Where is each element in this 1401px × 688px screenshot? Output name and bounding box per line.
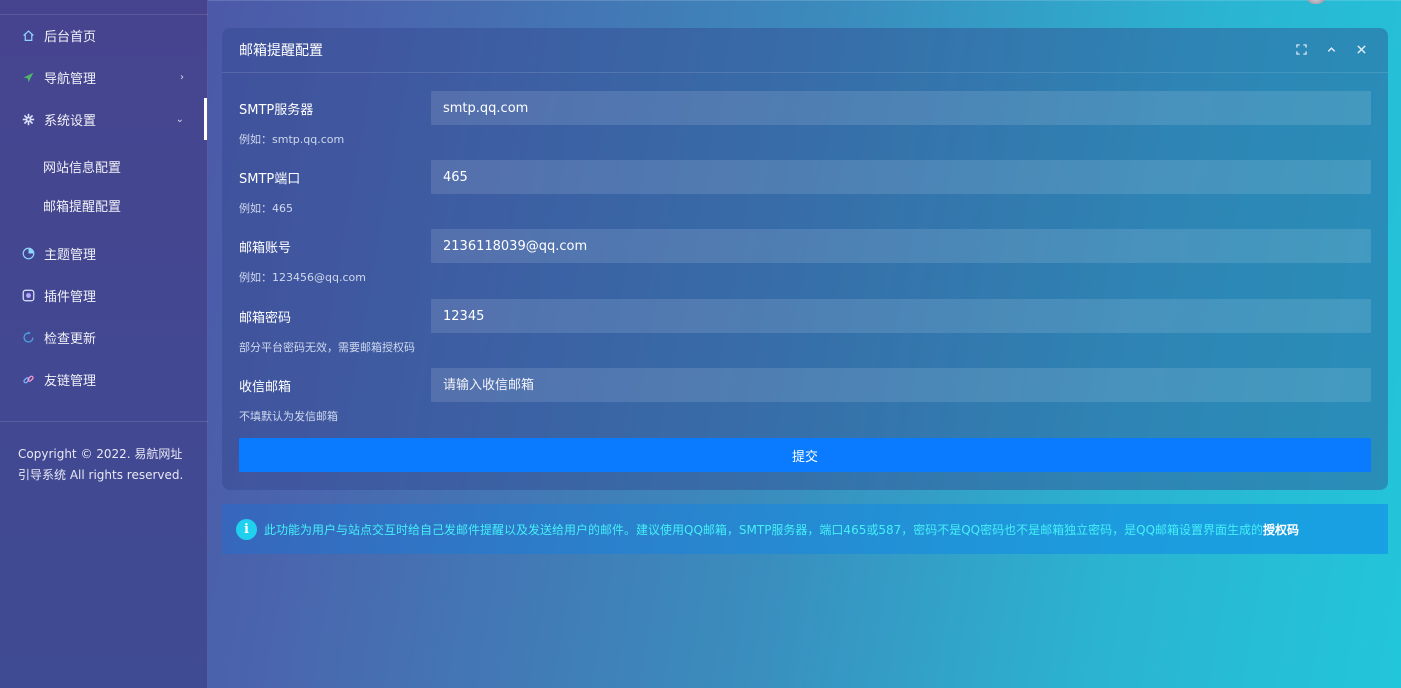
email-config-card: 邮箱提醒配置 SMTP服务器 例如：smtp.qq.com SMTP端口 例如：… (222, 28, 1388, 490)
card-tools (1292, 40, 1370, 58)
sidebar-top-divider (0, 14, 208, 15)
recipient-email-label: 收信邮箱 (239, 380, 292, 395)
email-account-hint: 例如：123456@qq.com (239, 271, 366, 284)
smtp-port-hint: 例如：465 (239, 202, 293, 215)
sidebar-item-plugin[interactable]: 插件管理 (0, 277, 208, 313)
fullscreen-icon[interactable] (1292, 40, 1310, 58)
active-indicator (204, 98, 207, 140)
email-password-label: 邮箱密码 (239, 311, 292, 326)
sidebar-item-label: 系统设置 (44, 113, 97, 129)
collapse-icon[interactable] (1322, 40, 1340, 58)
email-account-input[interactable] (431, 229, 1371, 263)
recipient-email-hint: 不填默认为发信邮箱 (239, 410, 338, 423)
plugin-icon (20, 287, 36, 303)
notice-highlight: 授权码 (1263, 522, 1300, 537)
sidebar-subitem-site-info[interactable]: 网站信息配置 (0, 150, 208, 182)
sidebar-item-theme[interactable]: 主题管理 (0, 235, 208, 271)
sidebar-item-label: 导航管理 (44, 71, 97, 87)
sidebar-subitem-label: 邮箱提醒配置 (43, 199, 122, 215)
email-account-label: 邮箱账号 (239, 241, 292, 256)
home-icon (20, 27, 36, 43)
sidebar: 后台首页 导航管理 › 系统设置 ⌄ 网站信息配置 邮箱提醒配置 主题管理 插件… (0, 0, 208, 688)
sidebar-subitem-label: 网站信息配置 (43, 160, 122, 176)
sidebar-item-check-update[interactable]: 检查更新 (0, 319, 208, 355)
sidebar-item-navigation[interactable]: 导航管理 › (0, 59, 208, 95)
copyright-text: Copyright © 2022. 易航网址引导系统 All rights re… (18, 447, 184, 482)
submit-button[interactable]: 提交 (239, 438, 1371, 472)
avatar[interactable] (1305, 0, 1327, 4)
navigation-icon (20, 69, 36, 85)
sidebar-item-label: 友链管理 (44, 373, 97, 389)
card-header: 邮箱提醒配置 (222, 28, 1388, 73)
smtp-server-input[interactable] (431, 91, 1371, 125)
info-icon: i (236, 518, 257, 540)
sidebar-item-label: 插件管理 (44, 289, 97, 305)
theme-icon (20, 245, 36, 261)
email-password-hint: 部分平台密码无效，需要邮箱授权码 (239, 341, 415, 354)
gear-icon (20, 111, 36, 127)
chevron-down-icon: ⌄ (175, 113, 184, 125)
link-icon (20, 371, 36, 387)
sidebar-item-system-settings[interactable]: 系统设置 ⌄ (0, 101, 208, 137)
close-icon[interactable] (1352, 40, 1370, 58)
smtp-port-input[interactable] (431, 160, 1371, 194)
info-notice: i 此功能为用户与站点交互时给自己发邮件提醒以及发送给用户的邮件。建议使用QQ邮… (222, 504, 1388, 554)
card-title: 邮箱提醒配置 (239, 43, 323, 59)
sidebar-item-label: 后台首页 (44, 29, 97, 45)
sidebar-item-dashboard[interactable]: 后台首页 (0, 17, 208, 53)
sidebar-item-label: 检查更新 (44, 331, 97, 347)
smtp-server-label: SMTP服务器 (239, 103, 314, 118)
sidebar-item-friend-links[interactable]: 友链管理 (0, 361, 208, 397)
smtp-server-hint: 例如：smtp.qq.com (239, 133, 345, 146)
notice-message: 此功能为用户与站点交互时给自己发邮件提醒以及发送给用户的邮件。建议使用QQ邮箱，… (264, 522, 1264, 537)
recipient-email-input[interactable] (431, 368, 1371, 402)
email-password-input[interactable] (431, 299, 1371, 333)
topbar-divider (208, 0, 1401, 1)
refresh-icon (20, 329, 36, 345)
sidebar-item-label: 主题管理 (44, 247, 97, 263)
sidebar-divider (0, 421, 208, 422)
sidebar-subitem-email-config[interactable]: 邮箱提醒配置 (0, 189, 208, 221)
notice-text: 此功能为用户与站点交互时给自己发邮件提醒以及发送给用户的邮件。建议使用QQ邮箱，… (264, 521, 1299, 538)
smtp-port-label: SMTP端口 (239, 172, 301, 187)
chevron-right-icon: › (180, 71, 184, 83)
